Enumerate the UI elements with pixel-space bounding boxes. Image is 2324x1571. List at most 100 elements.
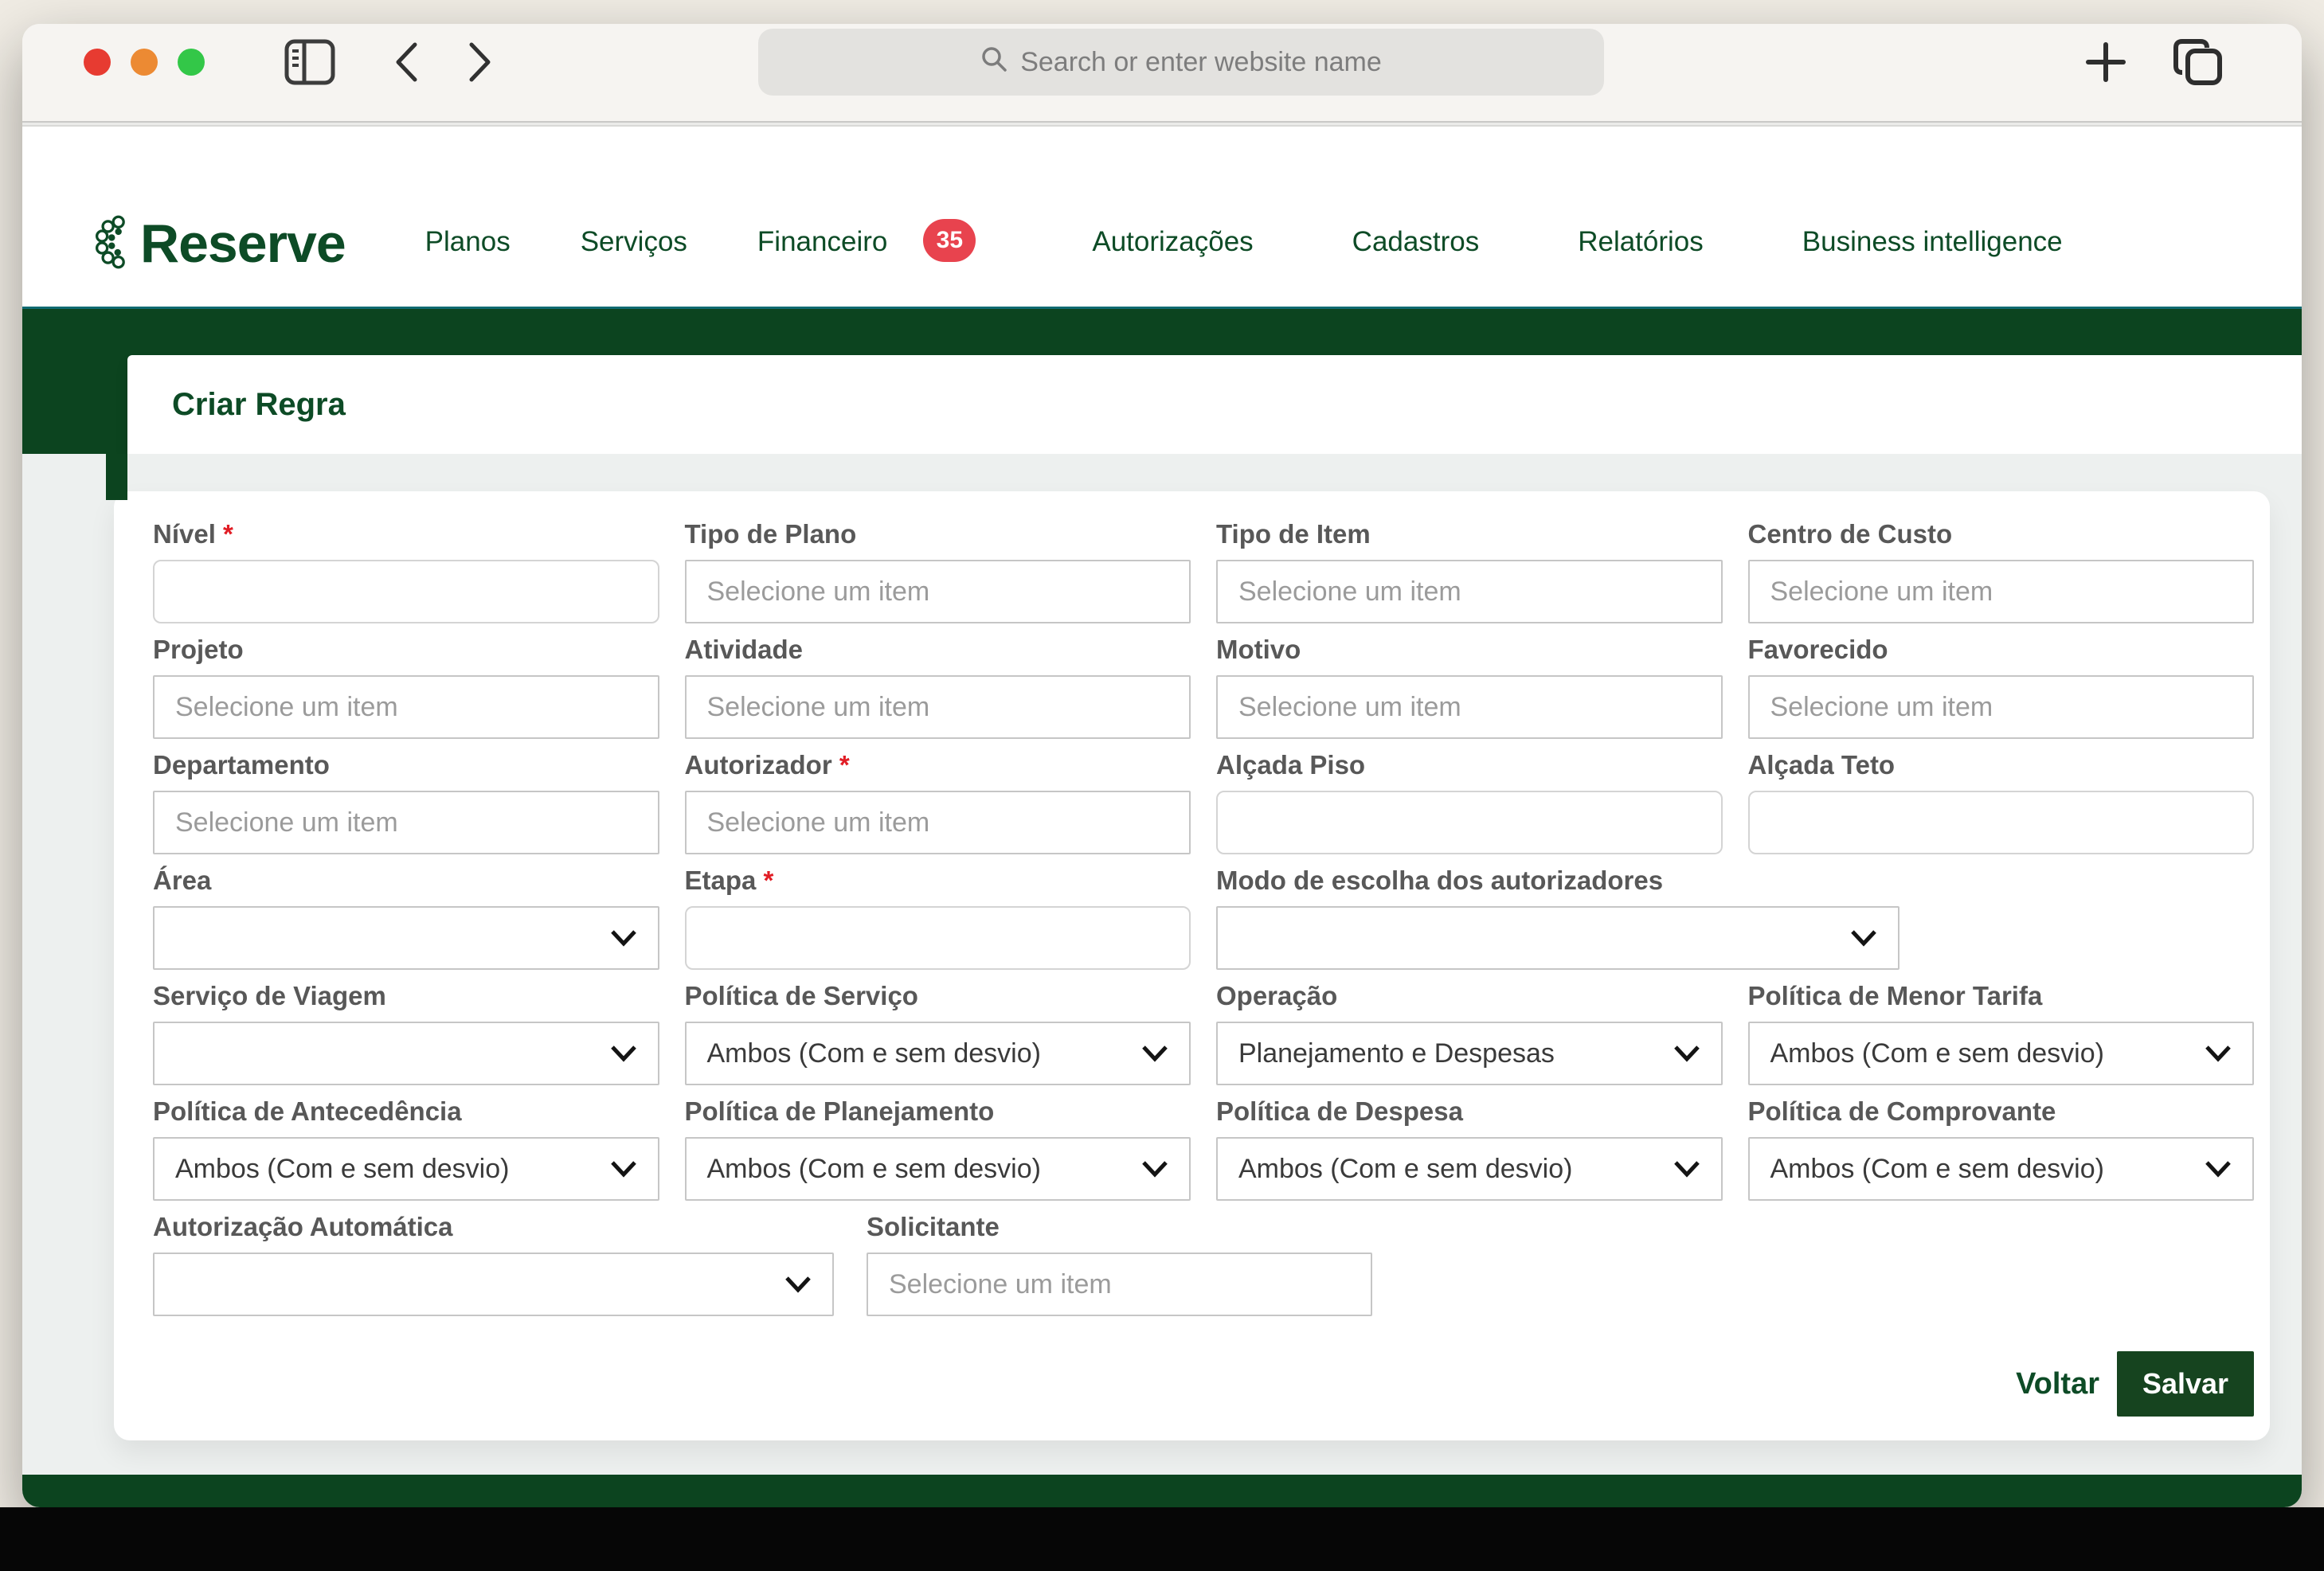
chevron-down-icon (1850, 929, 1877, 947)
voltar-button[interactable]: Voltar (2011, 1366, 2104, 1402)
chevron-down-icon (1141, 1045, 1168, 1062)
chevron-down-icon (610, 1160, 637, 1178)
politica-de-planejamento-label: Política de Planejamento (685, 1096, 1191, 1127)
close-window-button[interactable] (84, 49, 111, 76)
politica-de-comprovante-select[interactable]: Ambos (Com e sem desvio) (1748, 1137, 2255, 1201)
salvar-button[interactable]: Salvar (2117, 1351, 2254, 1417)
required-asterisk: * (832, 750, 850, 780)
nav-item-relatorios[interactable]: Relatórios (1578, 226, 1704, 258)
tipo-de-plano-dropdown[interactable]: Selecione um item (685, 560, 1191, 623)
field-projeto: ProjetoSelecione um item (153, 634, 659, 739)
politica-de-menor-tarifa-value: Ambos (Com e sem desvio) (1770, 1038, 2104, 1069)
browser-chrome: Search or enter website name (22, 24, 2302, 121)
field-politica-de-antecedencia: Política de Antecedência Ambos (Com e sem… (153, 1096, 659, 1201)
servico-de-viagem-select[interactable] (153, 1022, 659, 1085)
form-bottom-row: Autorização Automática Solicitante Selecio… (153, 1211, 2254, 1316)
modo-de-escolha-dos-autorizadores-select[interactable] (1216, 906, 1899, 970)
departamento-dropdown[interactable]: Selecione um item (153, 791, 659, 854)
autorizacao-automatica-label: Autorização Automática (153, 1211, 834, 1243)
minimize-window-button[interactable] (131, 49, 158, 76)
politica-de-despesa-select[interactable]: Ambos (Com e sem desvio) (1216, 1137, 1723, 1201)
field-departamento: DepartamentoSelecione um item (153, 749, 659, 854)
solicitante-label: Solicitante (867, 1211, 1372, 1243)
app-header: Reserve Planos Serviços Financeiro35 Autori… (22, 127, 2302, 307)
field-modo-de-escolha-dos-autorizadores: Modo de escolha dos autorizadores (1216, 865, 2254, 970)
politica-de-planejamento-select[interactable]: Ambos (Com e sem desvio) (685, 1137, 1191, 1201)
zoom-window-button[interactable] (178, 49, 205, 76)
sidebar-toggle-icon[interactable] (284, 39, 335, 89)
field-politica-de-planejamento: Política de Planejamento Ambos (Com e sem… (685, 1096, 1191, 1201)
tipo-de-item-label: Tipo de Item (1216, 518, 1723, 550)
centro-de-custo-dropdown[interactable]: Selecione um item (1748, 560, 2255, 623)
solicitante-dropdown[interactable]: Selecione um item (867, 1253, 1372, 1316)
nav-item-autorizacoes[interactable]: Autorizações (1092, 226, 1253, 258)
field-alcada-teto: Alçada Teto (1748, 749, 2255, 854)
chevron-down-icon (2205, 1045, 2232, 1062)
tipo-de-item-placeholder: Selecione um item (1238, 576, 1461, 608)
tab-overview-icon[interactable] (2173, 38, 2222, 90)
chevron-down-icon (610, 929, 637, 947)
field-solicitante: Solicitante Selecione um item (867, 1211, 1372, 1316)
etapa-input[interactable] (685, 906, 1191, 970)
band-notch (106, 454, 127, 500)
politica-de-antecedencia-select[interactable]: Ambos (Com e sem desvio) (153, 1137, 659, 1201)
green-band: Criar Regra (22, 307, 2302, 454)
page-title: Criar Regra (172, 387, 346, 423)
motivo-label: Motivo (1216, 634, 1723, 666)
reserve-logo-icon (92, 213, 137, 275)
field-operacao: OperaçãoPlanejamento e Despesas (1216, 980, 1723, 1085)
politica-de-despesa-label: Política de Despesa (1216, 1096, 1723, 1127)
new-tab-icon[interactable] (2083, 40, 2128, 88)
politica-de-antecedencia-label: Política de Antecedência (153, 1096, 659, 1127)
page-body: Nível *Tipo de PlanoSelecione um itemTip… (22, 454, 2302, 1475)
tipo-de-item-dropdown[interactable]: Selecione um item (1216, 560, 1723, 623)
autorizador-dropdown[interactable]: Selecione um item (685, 791, 1191, 854)
atividade-dropdown[interactable]: Selecione um item (685, 675, 1191, 739)
field-autorizacao-automatica: Autorização Automática (153, 1211, 834, 1316)
autorizador-label: Autorizador * (685, 749, 1191, 781)
tipo-de-plano-placeholder: Selecione um item (707, 576, 930, 608)
reserve-logo[interactable]: Reserve (92, 213, 346, 275)
nav-item-cadastros[interactable]: Cadastros (1352, 226, 1480, 258)
alcada-teto-input[interactable] (1748, 791, 2255, 854)
nav-item-label: Business intelligence (1802, 226, 2063, 258)
forward-icon[interactable] (468, 41, 493, 87)
field-favorecido: FavorecidoSelecione um item (1748, 634, 2255, 739)
favorecido-dropdown[interactable]: Selecione um item (1748, 675, 2255, 739)
operacao-value: Planejamento e Despesas (1238, 1038, 1555, 1069)
nivel-input[interactable] (153, 560, 659, 623)
modo-de-escolha-dos-autorizadores-label: Modo de escolha dos autorizadores (1216, 865, 2254, 897)
atividade-label: Atividade (685, 634, 1191, 666)
nav-item-label: Relatórios (1578, 226, 1704, 258)
address-search-field[interactable]: Search or enter website name (758, 29, 1604, 96)
politica-de-menor-tarifa-select[interactable]: Ambos (Com e sem desvio) (1748, 1022, 2255, 1085)
back-icon[interactable] (393, 41, 419, 87)
chevron-down-icon (784, 1276, 812, 1293)
field-politica-de-servico: Política de ServiçoAmbos (Com e sem desv… (685, 980, 1191, 1085)
field-nivel: Nível * (153, 518, 659, 623)
main-nav: Planos Serviços Financeiro35 Autorizações Ca… (425, 221, 2063, 264)
servico-de-viagem-label: Serviço de Viagem (153, 980, 659, 1012)
form-grid: Nível *Tipo de PlanoSelecione um itemTip… (153, 518, 2254, 1201)
form-actions: Voltar Salvar (153, 1351, 2254, 1417)
motivo-dropdown[interactable]: Selecione um item (1216, 675, 1723, 739)
operacao-select[interactable]: Planejamento e Despesas (1216, 1022, 1723, 1085)
alcada-teto-label: Alçada Teto (1748, 749, 2255, 781)
nav-item-servicos[interactable]: Serviços (581, 226, 687, 258)
field-politica-de-comprovante: Política de ComprovanteAmbos (Com e sem … (1748, 1096, 2255, 1201)
logo-text: Reserve (140, 213, 346, 275)
area-select[interactable] (153, 906, 659, 970)
field-motivo: Motivo Selecione um item (1216, 634, 1723, 739)
field-tipo-de-item: Tipo de Item Selecione um item (1216, 518, 1723, 623)
chevron-down-icon (2205, 1160, 2232, 1178)
alcada-piso-input[interactable] (1216, 791, 1723, 854)
centro-de-custo-placeholder: Selecione um item (1770, 576, 1993, 608)
nav-item-financeiro[interactable]: Financeiro35 (757, 221, 976, 264)
nav-item-business-intelligence[interactable]: Business intelligence (1802, 226, 2063, 258)
nav-item-planos[interactable]: Planos (425, 226, 511, 258)
politica-de-servico-select[interactable]: Ambos (Com e sem desvio) (685, 1022, 1191, 1085)
autorizacao-automatica-select[interactable] (153, 1253, 834, 1316)
projeto-dropdown[interactable]: Selecione um item (153, 675, 659, 739)
window-controls (84, 49, 205, 76)
required-asterisk: * (216, 519, 233, 549)
